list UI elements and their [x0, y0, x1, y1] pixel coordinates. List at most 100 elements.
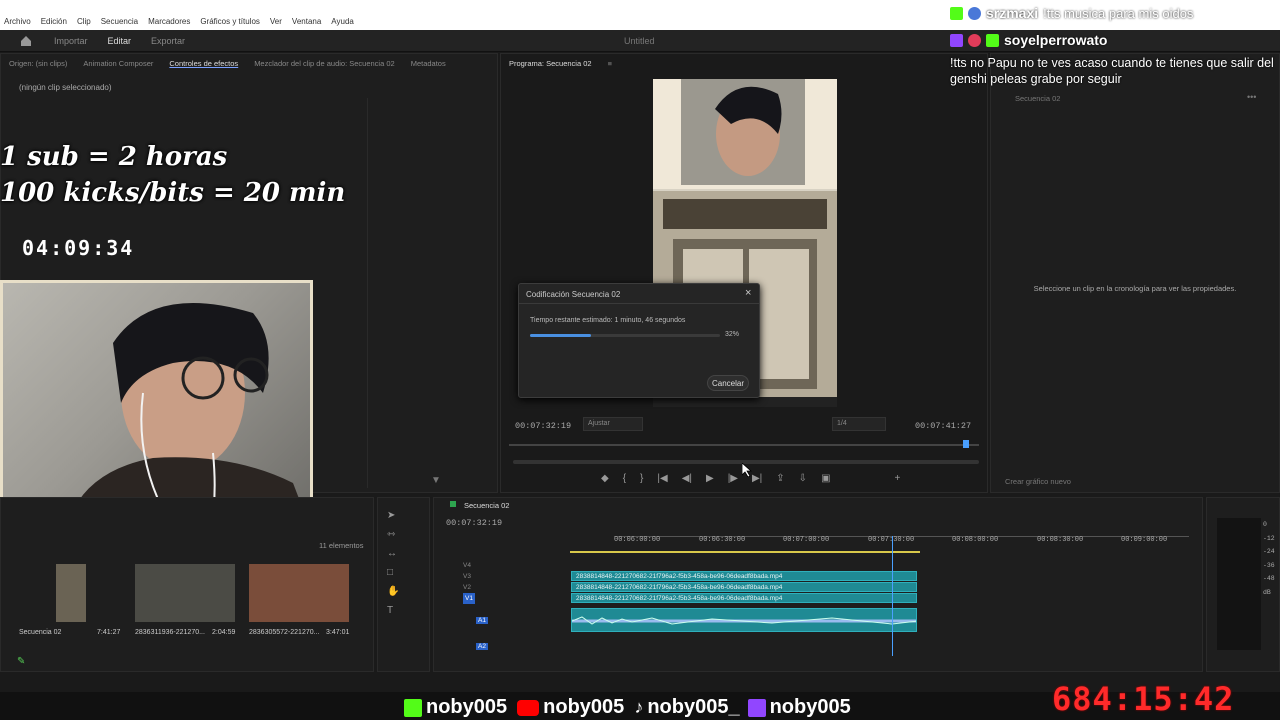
pencil-icon[interactable]: ✎: [17, 656, 25, 667]
youtube-handle: noby005: [543, 696, 625, 718]
hand-tool-icon[interactable]: ✋: [387, 586, 399, 597]
track-a1[interactable]: A1: [476, 617, 488, 624]
rectangle-tool-icon[interactable]: □: [387, 567, 399, 578]
program-timecode-right: 00:07:41:27: [915, 421, 972, 431]
stream-clock: 684:15:42: [1052, 680, 1235, 718]
tab-origen[interactable]: Origen: (sin clips): [9, 59, 67, 68]
sub-badge-icon: [968, 6, 981, 20]
lift-icon[interactable]: ⇪: [776, 473, 784, 484]
twitch-icon: [747, 698, 766, 717]
kick-badge-icon: [950, 6, 963, 20]
program-playhead[interactable]: [963, 440, 969, 448]
tab-metadatos[interactable]: Metadatos: [411, 59, 446, 68]
program-menu-icon[interactable]: ≡: [608, 59, 612, 68]
timeline-title[interactable]: Secuencia 02: [464, 501, 509, 510]
menu-clip[interactable]: Clip: [77, 17, 91, 26]
menu-list: Archivo Edición Clip Secuencia Marcadore…: [4, 17, 354, 26]
clip-v1[interactable]: 2838814848-221270682-21f796a2-f5b3-458a-…: [571, 593, 917, 603]
track-v4[interactable]: V4: [463, 560, 475, 571]
properties-empty-message: Seleccione un clip en la cronología para…: [1033, 284, 1237, 293]
fit-select[interactable]: Ajustar: [583, 417, 643, 431]
properties-title: Secuencia 02: [1015, 94, 1061, 103]
camera-icon[interactable]: ▣: [821, 473, 830, 484]
source-tabs: Origen: (sin clips) Animation Composer C…: [9, 59, 446, 68]
timeline-playhead[interactable]: [892, 536, 893, 656]
tab-controles-efectos[interactable]: Controles de efectos: [169, 59, 238, 68]
chat-user: soyelperrowato: [1004, 32, 1108, 48]
meter-label: 0: [1263, 521, 1267, 528]
quality-select[interactable]: 1/4: [832, 417, 886, 431]
clip-v3[interactable]: 2838814848-221270682-21f796a2-f5b3-458a-…: [571, 571, 917, 581]
menu-edicion[interactable]: Edición: [41, 17, 67, 26]
ruler-label: 00:06:30:00: [699, 536, 746, 544]
add-icon[interactable]: +: [895, 473, 901, 484]
clip-a1[interactable]: [571, 608, 917, 632]
tab-animation-composer[interactable]: Animation Composer: [83, 59, 153, 68]
audio-meter: 0 -12 -24 -36 -48 dB: [1206, 497, 1280, 672]
progress-track: [530, 334, 720, 337]
step-forward-icon[interactable]: |▶: [728, 473, 738, 484]
menu-archivo[interactable]: Archivo: [4, 17, 31, 26]
fit-value: Ajustar: [588, 420, 610, 427]
chat-text: !tts musica para mis oidos: [1043, 5, 1194, 21]
progress-percent: 32%: [725, 331, 740, 338]
tab-mezclador[interactable]: Mezclador del clip de audio: Secuencia 0…: [254, 59, 395, 68]
chat-message-1: srzmaxi !tts musica para mis oidos: [950, 5, 1193, 21]
progress-fill: [530, 334, 591, 337]
menu-secuencia[interactable]: Secuencia: [101, 17, 138, 26]
marker-icon[interactable]: ◆: [601, 473, 609, 484]
tab-importar[interactable]: Importar: [54, 36, 88, 46]
meter-label: -36: [1263, 561, 1275, 569]
bin-thumb-2[interactable]: [135, 564, 235, 622]
track-v1[interactable]: V1: [463, 593, 475, 604]
menu-marcadores[interactable]: Marcadores: [148, 17, 190, 26]
bin-thumb-1[interactable]: [56, 564, 86, 622]
text-tool-icon[interactable]: T: [387, 605, 399, 616]
more-icon[interactable]: •••: [1247, 92, 1256, 102]
menu-ver[interactable]: Ver: [270, 17, 282, 26]
overlay-sub-rule: 1 sub = 2 horas: [0, 142, 228, 172]
extract-icon[interactable]: ⇩: [799, 473, 807, 484]
home-icon[interactable]: [20, 35, 32, 46]
ripple-tool-icon[interactable]: ⇿: [387, 529, 399, 540]
ruler-label: 00:09:00:00: [1121, 536, 1168, 544]
tab-programa[interactable]: Programa: Secuencia 02: [509, 59, 592, 68]
menu-graficos[interactable]: Gráficos y títulos: [200, 17, 260, 26]
play-icon[interactable]: ▶: [706, 473, 714, 484]
mark-out-icon[interactable]: }: [640, 473, 643, 484]
slip-tool-icon[interactable]: ↔: [387, 548, 399, 559]
go-to-out-icon[interactable]: ▶|: [752, 473, 762, 484]
bin-item-name: Secuencia 02: [19, 629, 62, 636]
create-graphic-button[interactable]: Crear gráfico nuevo: [1005, 477, 1071, 486]
tab-exportar[interactable]: Exportar: [151, 36, 185, 46]
overlay-kicks-rule: 100 kicks/bits = 20 min: [0, 178, 346, 208]
chat-text-2: !tts no Papu no te ves acaso cuando te t…: [950, 56, 1274, 86]
item-count: 11 elementos: [319, 541, 364, 550]
work-area-bar[interactable]: [570, 551, 920, 553]
track-a2[interactable]: A2: [476, 643, 488, 650]
track-v2[interactable]: V2: [463, 582, 475, 593]
program-scrubber[interactable]: [509, 444, 979, 446]
menu-ayuda[interactable]: Ayuda: [331, 17, 354, 26]
go-to-in-icon[interactable]: |◀: [657, 473, 667, 484]
clip-v2[interactable]: 2838814848-221270682-21f796a2-f5b3-458a-…: [571, 582, 917, 592]
track-v3[interactable]: V3: [463, 571, 475, 582]
filter-icon[interactable]: ▼: [431, 475, 441, 486]
chat-user: srzmaxi: [986, 5, 1039, 21]
divider: [367, 98, 368, 488]
screen: Archivo Edición Clip Secuencia Marcadore…: [0, 0, 1280, 720]
audio-waveform: [572, 616, 916, 625]
selection-tool-icon[interactable]: ➤: [387, 510, 399, 521]
program-tabs: Programa: Secuencia 02 ≡: [509, 59, 612, 68]
tab-editar[interactable]: Editar: [108, 36, 132, 46]
chat-message-2-header: soyelperrowato: [950, 32, 1107, 48]
ruler-label: 00:08:00:00: [952, 536, 999, 544]
step-back-icon[interactable]: ◀|: [682, 473, 692, 484]
cancel-button[interactable]: Cancelar: [707, 375, 749, 391]
ruler-label: 00:08:30:00: [1037, 536, 1084, 544]
mark-in-icon[interactable]: {: [623, 473, 626, 484]
bin-thumb-3[interactable]: [249, 564, 349, 622]
create-graphic-label: Crear gráfico nuevo: [1005, 477, 1071, 486]
menu-ventana[interactable]: Ventana: [292, 17, 321, 26]
close-icon[interactable]: ×: [745, 287, 751, 299]
